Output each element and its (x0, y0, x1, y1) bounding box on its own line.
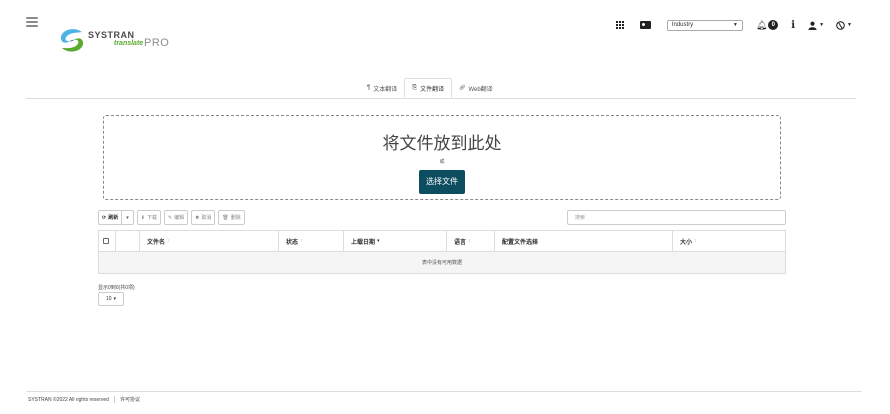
id-card-icon[interactable] (640, 20, 652, 30)
column-status[interactable]: 状态 ↕ (279, 231, 344, 251)
apps-grid-icon[interactable] (614, 20, 626, 30)
tab-label: 文件翻译 (420, 86, 445, 93)
download-icon: ⬇ (140, 214, 145, 221)
trash-icon: 🗑︎ (222, 214, 229, 221)
edit-label: 编辑 (174, 215, 185, 221)
refresh-button[interactable]: ⟳ 刷新 (98, 210, 123, 225)
page-size-value: 10 (105, 296, 112, 302)
column-language[interactable]: 语言 ↕ (447, 231, 495, 251)
sort-icon: ↕ (300, 238, 303, 244)
logo-edition: PRO (144, 37, 170, 49)
chevron-down-icon: ▾ (126, 214, 129, 221)
footer: SYSTRAN ©2022 All rights reserved 许可协议 (28, 396, 140, 403)
license-link[interactable]: 许可协议 (120, 396, 140, 403)
chevron-down-icon: ▾ (113, 296, 117, 302)
footer-separator (113, 396, 115, 403)
tab-label: Web翻译 (468, 86, 493, 93)
globe-icon (836, 20, 845, 30)
chevron-down-icon: ▼ (732, 22, 738, 28)
edit-button[interactable]: ✎ 编辑 (163, 210, 189, 225)
column-spacer (116, 231, 140, 251)
column-label: 配置文件选择 (502, 239, 539, 246)
files-table: 文件名 ↕ 状态 ↕ 上载日期 ▾ 语言 ↕ 配置文件选择 大小 ↕ 表中没有可… (98, 230, 786, 274)
link-icon: 🔗︎ (459, 85, 466, 91)
refresh-button-group: ⟳ 刷新 ▾ (98, 210, 134, 225)
info-icon[interactable]: i (791, 20, 795, 31)
user-icon (808, 21, 817, 30)
systran-logo: SYSTRAN translate PRO (58, 26, 178, 60)
column-label: 文件名 (147, 239, 166, 246)
notification-count-badge: 0 (768, 20, 779, 30)
copyright-text: SYSTRAN ©2022 All rights reserved (28, 396, 109, 403)
select-all-checkbox[interactable] (103, 238, 109, 244)
refresh-label: 刷新 (108, 215, 119, 221)
column-filename[interactable]: 文件名 ↕ (140, 231, 279, 251)
industry-select[interactable]: Industry ▼ (666, 19, 743, 31)
bell-icon: 🔔︎ (755, 19, 768, 30)
footer-divider (26, 391, 862, 392)
file-dropzone[interactable]: 将文件放到此处 或 选择文件 (103, 115, 781, 200)
language-menu-button[interactable]: ▼ (836, 20, 852, 30)
tab-label: 文本翻译 (373, 86, 398, 93)
column-profile-selection: 配置文件选择 (495, 231, 673, 251)
delete-label: 删除 (230, 215, 241, 221)
download-button[interactable]: ⬇ 下载 (136, 210, 161, 225)
menu-icon[interactable] (26, 17, 38, 27)
select-all-header (99, 231, 116, 251)
pagination-info: 显示0到0(共0项) (98, 285, 135, 291)
refresh-icon: ⟳ (102, 214, 107, 221)
tab-text-translation[interactable]: ¶ 文本翻译 (360, 78, 404, 98)
table-header: 文件名 ↕ 状态 ↕ 上载日期 ▾ 语言 ↕ 配置文件选择 大小 ↕ (99, 231, 785, 252)
cancel-label: 取消 (201, 215, 212, 221)
logo-brand: SYSTRAN (88, 30, 135, 40)
tabs-divider (26, 98, 856, 99)
page-size-select[interactable]: 10 ▾ (98, 292, 124, 306)
column-label: 语言 (454, 239, 467, 246)
column-upload-date[interactable]: 上载日期 ▾ (344, 231, 447, 251)
choose-file-button[interactable]: 选择文件 (419, 170, 465, 194)
sort-icon: ↕ (468, 238, 471, 244)
file-toolbar: ⟳ 刷新 ▾ ⬇ 下载 ✎ 编辑 ✖ 取消 🗑︎ 删除 (98, 210, 245, 225)
cancel-button[interactable]: ✖ 取消 (191, 210, 216, 225)
column-label: 大小 (680, 239, 693, 246)
tab-web-translation[interactable]: 🔗︎ Web翻译 (452, 78, 500, 98)
delete-button[interactable]: 🗑︎ 删除 (218, 210, 245, 225)
search-input[interactable] (567, 210, 786, 225)
chevron-down-icon: ▼ (819, 22, 825, 28)
logo-product: translate (114, 40, 144, 47)
user-menu-button[interactable]: ▼ (808, 21, 824, 30)
notifications-button[interactable]: 🔔︎ 0 (755, 19, 779, 30)
pencil-icon: ✎ (167, 214, 173, 221)
refresh-dropdown-toggle[interactable]: ▾ (122, 210, 134, 225)
column-label: 状态 (286, 239, 299, 246)
copy-file-icon: ⎘ (412, 84, 418, 91)
translation-mode-tabs: ¶ 文本翻译 ⎘ 文件翻译 🔗︎ Web翻译 (360, 78, 500, 98)
dropzone-title: 将文件放到此处 (382, 134, 502, 153)
sort-desc-icon: ▾ (377, 238, 380, 244)
download-label: 下载 (146, 215, 157, 221)
top-navbar: Industry ▼ 🔔︎ 0 i ▼ ▼ (614, 18, 852, 32)
sort-icon: ↕ (694, 238, 697, 244)
chevron-down-icon: ▼ (847, 22, 852, 28)
sort-icon: ↕ (167, 238, 170, 244)
dropzone-or: 或 (439, 159, 445, 165)
industry-select-value: Industry (671, 22, 694, 28)
column-size[interactable]: 大小 ↕ (673, 231, 785, 251)
paragraph-icon: ¶ (367, 85, 371, 91)
systran-swirl-icon (60, 29, 84, 52)
close-icon: ✖ (195, 214, 200, 221)
column-label: 上载日期 (351, 239, 376, 246)
table-empty-row: 表中没有可用数据 (99, 252, 785, 273)
tab-file-translation[interactable]: ⎘ 文件翻译 (404, 78, 453, 98)
